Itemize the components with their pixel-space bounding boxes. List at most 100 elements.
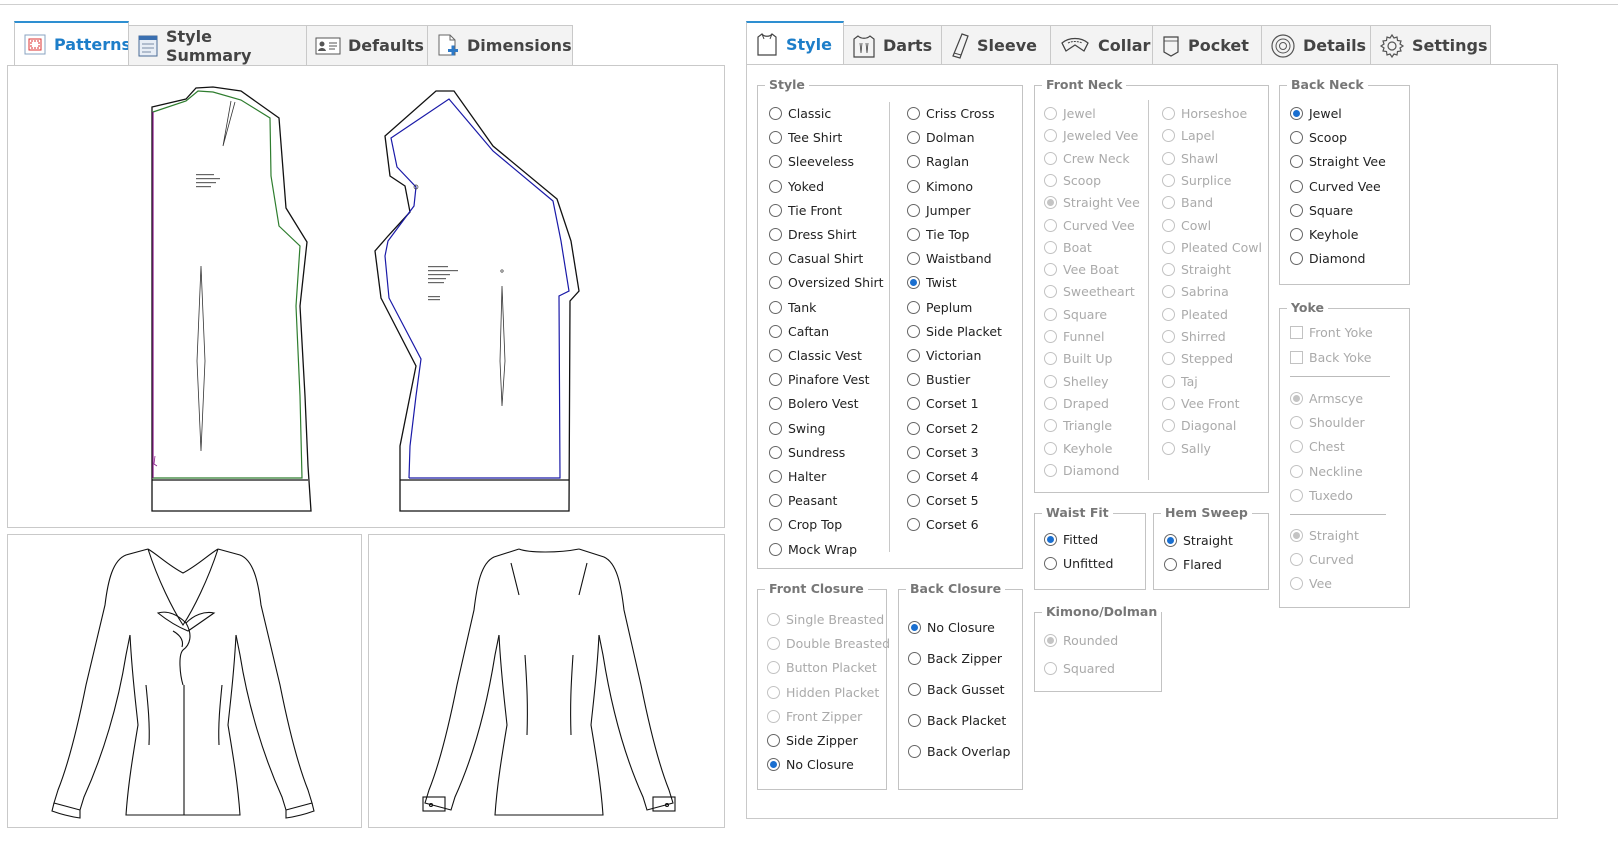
radio-button[interactable]	[907, 421, 920, 435]
style-option-waistband[interactable]: Waistband	[907, 251, 992, 266]
radio-button[interactable]	[908, 621, 921, 634]
back-closure-option-back-zipper[interactable]: Back Zipper	[908, 651, 1002, 666]
back-neck-option-straight-vee[interactable]: Straight Vee	[1290, 154, 1386, 169]
radio-button[interactable]	[769, 494, 782, 508]
radio-button[interactable]	[908, 683, 921, 696]
right-tab-style[interactable]: Style	[746, 21, 844, 65]
radio-button[interactable]	[769, 203, 782, 217]
right-tab-details[interactable]: Details	[1261, 25, 1371, 65]
style-option-tie-front[interactable]: Tie Front	[769, 203, 842, 218]
style-option-tee-shirt[interactable]: Tee Shirt	[769, 130, 842, 145]
back-neck-option-scoop[interactable]: Scoop	[1290, 130, 1347, 145]
radio-button[interactable]	[769, 373, 782, 387]
radio-button[interactable]	[1290, 107, 1303, 120]
style-option-bustier[interactable]: Bustier	[907, 372, 970, 387]
radio-button[interactable]	[769, 445, 782, 459]
style-option-twist[interactable]: Twist	[907, 275, 957, 290]
radio-button[interactable]	[907, 445, 920, 459]
radio-button[interactable]	[1290, 228, 1303, 241]
left-tab-patterns[interactable]: Patterns	[14, 21, 131, 65]
style-option-swing[interactable]: Swing	[769, 421, 826, 436]
radio-button[interactable]	[1290, 179, 1303, 193]
style-option-kimono[interactable]: Kimono	[907, 179, 973, 194]
back-neck-option-square[interactable]: Square	[1290, 203, 1353, 218]
front-closure-option-side-zipper[interactable]: Side Zipper	[767, 733, 858, 748]
right-tab-sleeve[interactable]: Sleeve	[941, 25, 1051, 65]
style-option-yoked[interactable]: Yoked	[769, 179, 824, 194]
style-option-sundress[interactable]: Sundress	[769, 445, 845, 460]
radio-button[interactable]	[1164, 558, 1177, 572]
back-closure-option-no-closure[interactable]: No Closure	[908, 620, 995, 635]
radio-button[interactable]	[769, 397, 782, 411]
back-closure-option-back-overlap[interactable]: Back Overlap	[908, 744, 1010, 759]
style-option-caftan[interactable]: Caftan	[769, 324, 829, 339]
radio-button[interactable]	[769, 300, 782, 314]
radio-button[interactable]	[907, 349, 920, 362]
radio-button[interactable]	[1044, 557, 1057, 571]
style-option-dolman[interactable]: Dolman	[907, 130, 975, 145]
radio-button[interactable]	[769, 518, 782, 532]
radio-button[interactable]	[769, 421, 782, 435]
radio-button[interactable]	[1290, 203, 1303, 217]
front-closure-option-no-closure[interactable]: No Closure	[767, 757, 854, 772]
radio-button[interactable]	[907, 131, 920, 145]
radio-button[interactable]	[769, 324, 782, 338]
style-option-corset-6[interactable]: Corset 6	[907, 517, 979, 532]
style-option-dress-shirt[interactable]: Dress Shirt	[769, 227, 857, 242]
style-option-corset-5[interactable]: Corset 5	[907, 493, 979, 508]
left-tab-style-summary[interactable]: Style Summary	[128, 25, 307, 65]
style-option-classic[interactable]: Classic	[769, 106, 831, 121]
style-option-victorian[interactable]: Victorian	[907, 348, 981, 363]
style-option-sleeveless[interactable]: Sleeveless	[769, 154, 854, 169]
radio-button[interactable]	[1290, 252, 1303, 266]
radio-button[interactable]	[907, 494, 920, 508]
radio-button[interactable]	[769, 349, 782, 362]
waist-fit-option-unfitted[interactable]: Unfitted	[1044, 556, 1113, 571]
style-option-criss-cross[interactable]: Criss Cross	[907, 106, 995, 121]
style-option-halter[interactable]: Halter	[769, 469, 826, 484]
radio-button[interactable]	[769, 276, 782, 290]
radio-button[interactable]	[769, 131, 782, 145]
radio-button[interactable]	[907, 324, 920, 338]
radio-button[interactable]	[907, 397, 920, 411]
hem-sweep-option-flared[interactable]: Flared	[1164, 557, 1222, 572]
radio-button[interactable]	[907, 276, 920, 290]
style-option-classic-vest[interactable]: Classic Vest	[769, 348, 862, 363]
style-option-tank[interactable]: Tank	[769, 300, 816, 315]
back-neck-option-keyhole[interactable]: Keyhole	[1290, 227, 1358, 242]
radio-button[interactable]	[1044, 533, 1057, 546]
radio-button[interactable]	[907, 203, 920, 217]
style-option-peasant[interactable]: Peasant	[769, 493, 837, 508]
back-neck-option-curved-vee[interactable]: Curved Vee	[1290, 179, 1381, 194]
radio-button[interactable]	[769, 470, 782, 483]
radio-button[interactable]	[769, 155, 782, 169]
style-option-crop-top[interactable]: Crop Top	[769, 517, 842, 532]
style-option-side-placket[interactable]: Side Placket	[907, 324, 1002, 339]
back-neck-option-jewel[interactable]: Jewel	[1290, 106, 1342, 121]
radio-button[interactable]	[1164, 534, 1177, 547]
radio-button[interactable]	[769, 107, 782, 120]
hem-sweep-option-straight[interactable]: Straight	[1164, 533, 1233, 548]
radio-button[interactable]	[907, 470, 920, 483]
radio-button[interactable]	[1290, 155, 1303, 169]
style-option-mock-wrap[interactable]: Mock Wrap	[769, 542, 857, 557]
pattern-canvas[interactable]	[7, 65, 725, 528]
radio-button[interactable]	[908, 714, 921, 727]
radio-button[interactable]	[907, 179, 920, 193]
style-option-corset-2[interactable]: Corset 2	[907, 421, 979, 436]
right-tab-collar[interactable]: Collar	[1050, 25, 1153, 65]
back-closure-option-back-placket[interactable]: Back Placket	[908, 713, 1006, 728]
radio-button[interactable]	[907, 107, 920, 120]
back-closure-option-back-gusset[interactable]: Back Gusset	[908, 682, 1005, 697]
radio-button[interactable]	[907, 300, 920, 314]
style-option-oversized-shirt[interactable]: Oversized Shirt	[769, 275, 884, 290]
radio-button[interactable]	[769, 228, 782, 241]
style-option-bolero-vest[interactable]: Bolero Vest	[769, 396, 859, 411]
style-option-corset-1[interactable]: Corset 1	[907, 396, 979, 411]
style-option-raglan[interactable]: Raglan	[907, 154, 969, 169]
radio-button[interactable]	[908, 652, 921, 665]
back-neck-option-diamond[interactable]: Diamond	[1290, 251, 1365, 266]
right-tab-settings[interactable]: Settings	[1370, 25, 1491, 65]
style-option-peplum[interactable]: Peplum	[907, 300, 972, 315]
radio-button[interactable]	[769, 252, 782, 266]
